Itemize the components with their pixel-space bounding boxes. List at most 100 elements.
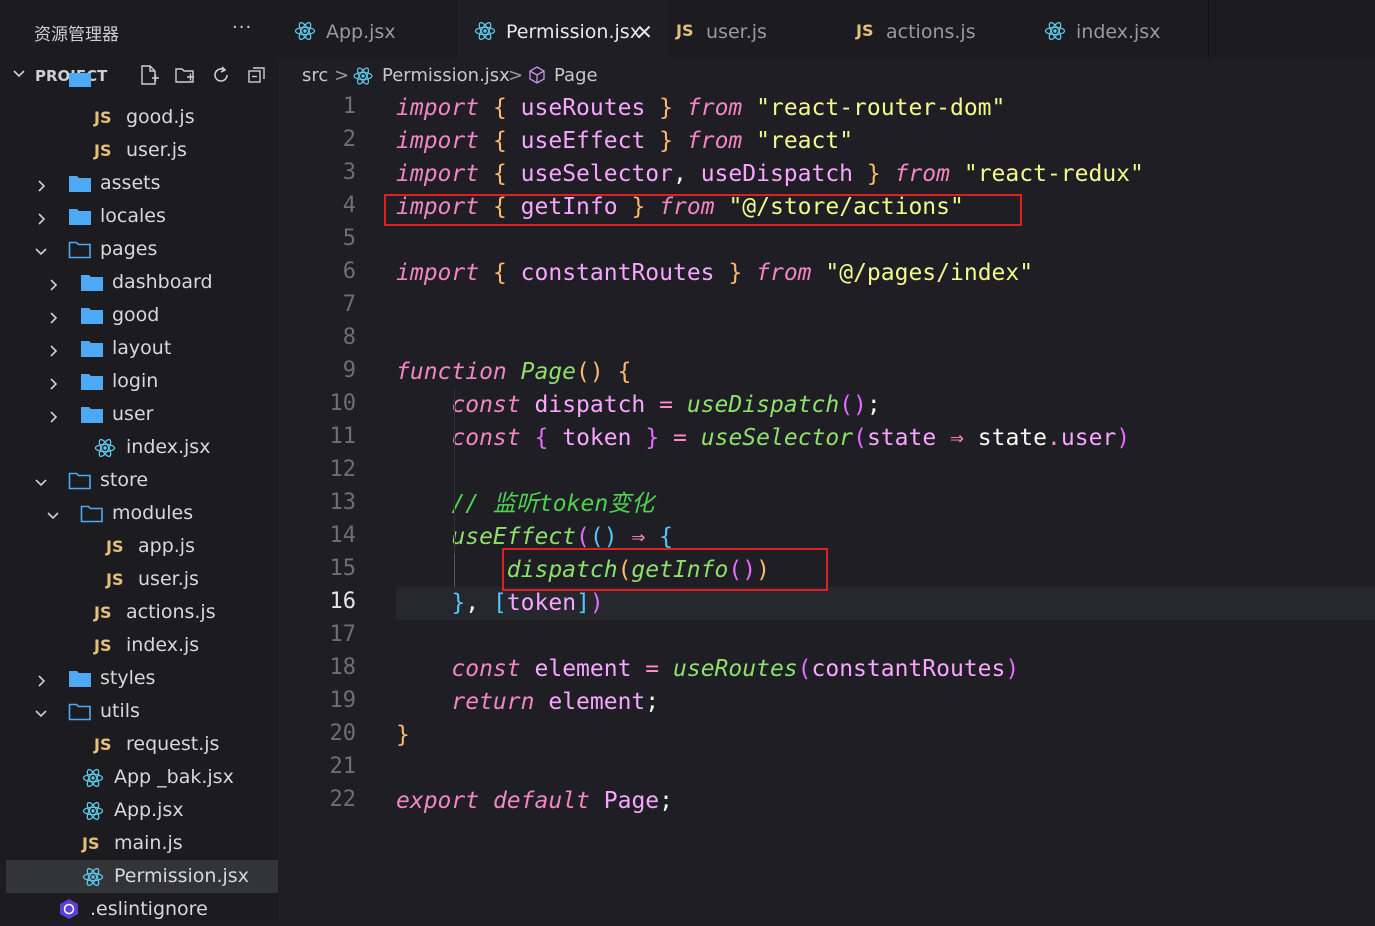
breadcrumb-file[interactable]: Permission.jsx — [382, 65, 510, 86]
tree-folder[interactable]: user — [6, 398, 278, 431]
tree-folder[interactable]: assets — [6, 167, 278, 200]
tree-file[interactable]: JS user.js — [6, 563, 278, 596]
code-line[interactable]: import { useEffect } from "react" — [396, 125, 853, 158]
code-token: from — [756, 260, 812, 286]
code-token: ( — [797, 656, 812, 682]
chevron-right-icon[interactable] — [46, 341, 58, 357]
tree-file[interactable]: JS request.js — [6, 728, 278, 761]
code-line[interactable]: import { useRoutes } from "react-router-… — [396, 92, 1005, 125]
tree-file[interactable]: JS user.js — [6, 134, 278, 167]
tree-item-label: modules — [112, 502, 194, 524]
code-token: "react-router-dom" — [756, 95, 1006, 121]
symbol-method-icon — [529, 66, 545, 84]
tree-folder[interactable]: modules — [6, 497, 278, 530]
close-icon[interactable]: ✕ — [636, 20, 653, 44]
tree-item-label: index.js — [126, 634, 200, 656]
react-icon — [94, 438, 116, 458]
code-token: from — [894, 161, 950, 187]
tree-file[interactable]: JS actions.js — [6, 596, 278, 629]
tab-index-jsx[interactable]: index.jsx — [1028, 0, 1209, 59]
more-actions-button[interactable]: ··· — [232, 17, 252, 38]
tree-item-label: Permission.jsx — [114, 865, 249, 887]
tree-folder[interactable]: pages — [6, 233, 278, 266]
line-number: 18 — [329, 655, 357, 680]
code-token: = — [645, 656, 660, 682]
tree-file[interactable]: .eslintignore — [6, 893, 278, 926]
folder-icon — [80, 306, 103, 326]
js-icon: JS — [94, 141, 112, 160]
chevron-down-icon[interactable] — [34, 704, 47, 718]
code-token: useSelector — [700, 425, 854, 451]
code-line[interactable]: return element; — [396, 686, 659, 719]
tree-file[interactable]: App _bak.jsx — [6, 761, 278, 794]
tree-file[interactable]: App.jsx — [6, 794, 278, 827]
code-token: user — [1060, 425, 1117, 451]
chevron-right-icon[interactable] — [34, 176, 46, 192]
tree-folder[interactable]: login — [6, 365, 278, 398]
tree-folder[interactable]: layout — [6, 332, 278, 365]
folder-open-icon — [68, 471, 91, 491]
tab-permission-jsx[interactable]: Permission.jsx ✕ — [458, 0, 669, 59]
breadcrumb: src > Permission.jsx > Page — [278, 59, 1375, 92]
folder-icon — [68, 174, 91, 194]
chevron-right-icon[interactable] — [34, 671, 46, 687]
tab-actions-js[interactable]: JS actions.js — [848, 0, 1029, 59]
code-token: { — [492, 260, 507, 286]
tree-folder[interactable]: store — [6, 464, 278, 497]
chevron-right-icon[interactable] — [46, 275, 58, 291]
code-line[interactable]: import { useSelector, useDispatch } from… — [396, 158, 1144, 191]
tree-folder[interactable]: locales — [6, 200, 278, 233]
breadcrumb-src[interactable]: src — [302, 65, 328, 86]
code-token: ; — [659, 788, 673, 814]
tree-item-label: App.jsx — [114, 799, 184, 821]
chevron-down-icon[interactable] — [34, 242, 47, 256]
code-token: { — [617, 359, 632, 385]
tree-folder[interactable]: dashboard — [6, 266, 278, 299]
code-line[interactable]: const dispatch = useDispatch(); — [396, 389, 880, 422]
code-line[interactable]: export default Page; — [396, 785, 673, 818]
code-line[interactable]: import { constantRoutes } from "@/pages/… — [396, 257, 1033, 290]
code-line[interactable]: function Page() { — [396, 356, 631, 389]
react-icon — [82, 867, 104, 887]
code-token: import — [396, 95, 480, 121]
code-line[interactable]: } — [396, 719, 410, 752]
code-line[interactable]: }, [token]) — [396, 587, 603, 620]
code-token: } — [728, 260, 743, 286]
tab-label: actions.js — [886, 21, 976, 43]
tree-file[interactable]: index.jsx — [6, 431, 278, 464]
tree-file[interactable]: JS index.js — [6, 629, 278, 662]
tree-folder[interactable]: good — [6, 299, 278, 332]
chevron-right-icon[interactable] — [46, 374, 58, 390]
code-token: ) — [1005, 656, 1020, 682]
chevron-right-icon[interactable] — [46, 407, 58, 423]
code-line[interactable]: const element = useRoutes(constantRoutes… — [396, 653, 1019, 686]
tab-app-jsx[interactable]: App.jsx — [278, 0, 459, 59]
tree-file[interactable]: JS main.js — [6, 827, 278, 860]
code-token: export — [396, 788, 480, 814]
tree-item-label: utils — [100, 700, 140, 722]
react-icon — [1044, 21, 1066, 41]
tab-user-js[interactable]: JS user.js — [668, 0, 849, 59]
tree-folder[interactable]: utils — [6, 695, 278, 728]
breadcrumb-symbol[interactable]: Page — [554, 65, 598, 86]
code-line[interactable]: // 监听token变化 — [396, 488, 654, 521]
tree-file[interactable]: JS app.js — [6, 530, 278, 563]
chevron-right-icon[interactable] — [46, 308, 58, 324]
folder-icon — [80, 405, 103, 425]
tree-file[interactable]: JS good.js — [6, 101, 278, 134]
code-token: useEffect — [451, 524, 577, 550]
highlight-box-import — [384, 194, 1022, 226]
code-editor[interactable]: 1 2 3 4 5 6 7 8 9 10 11 12 13 14 15 16 17 18 19 20 21 22 impo… — [278, 92, 1375, 920]
chevron-down-icon[interactable] — [34, 473, 47, 487]
react-icon — [294, 21, 316, 41]
tree-file[interactable]: Permission.jsx — [6, 860, 278, 893]
chevron-down-icon[interactable] — [46, 506, 59, 520]
tree-folder[interactable]: styles — [6, 662, 278, 695]
chevron-right-icon[interactable] — [34, 209, 46, 225]
code-line[interactable]: const { token } = useSelector(state ⇒ st… — [396, 422, 1130, 455]
tree-folder[interactable] — [6, 73, 278, 89]
